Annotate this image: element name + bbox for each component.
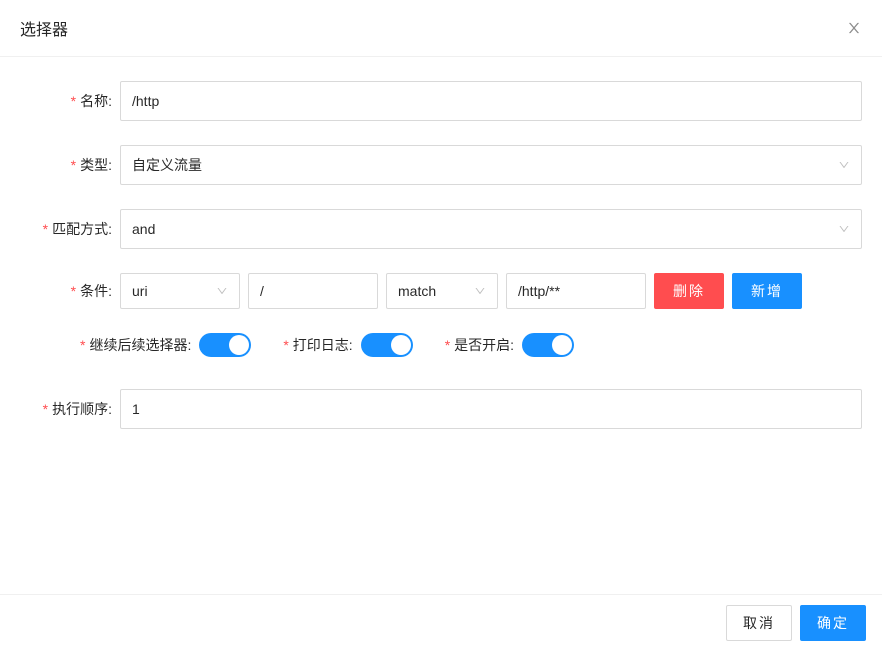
switch-handle [391,335,411,355]
printlog-switch[interactable] [361,333,413,357]
continue-label: *继续后续选择器: [80,335,191,355]
condition-pattern-input[interactable] [506,273,646,309]
form-row-order: *执行顺序: [20,389,862,429]
chevron-down-icon [838,223,850,235]
match-mode-label: *匹配方式: [20,219,120,239]
condition-operator-select[interactable]: match [386,273,498,309]
modal-title: 选择器 [20,16,68,40]
continue-switch[interactable] [199,333,251,357]
name-input[interactable] [120,81,862,121]
confirm-button[interactable]: 确定 [800,605,866,641]
name-label: *名称: [20,91,120,111]
chevron-down-icon [474,285,486,297]
toggle-printlog-group: *打印日志: [283,333,412,357]
close-icon[interactable] [846,20,862,36]
form-row-type: *类型: 自定义流量 [20,145,862,185]
modal-footer: 取消 确定 [0,594,882,651]
type-select[interactable]: 自定义流量 [120,145,862,185]
modal-body: *名称: *类型: 自定义流量 *匹配方式: and [0,57,882,477]
switch-handle [552,335,572,355]
condition-path-input[interactable] [248,273,378,309]
toggle-enabled-group: *是否开启: [445,333,574,357]
order-label: *执行顺序: [20,399,120,419]
type-label: *类型: [20,155,120,175]
toggle-continue-group: *继续后续选择器: [80,333,251,357]
form-row-conditions: *条件: uri match 删除 新增 [20,273,862,309]
match-mode-select[interactable]: and [120,209,862,249]
order-input[interactable] [120,389,862,429]
chevron-down-icon [838,159,850,171]
toggle-row: *继续后续选择器: *打印日志: *是否开启: [20,333,862,357]
form-row-match-mode: *匹配方式: and [20,209,862,249]
cancel-button[interactable]: 取消 [726,605,792,641]
switch-handle [229,335,249,355]
add-button[interactable]: 新增 [732,273,802,309]
conditions-label: *条件: [20,281,120,301]
delete-button[interactable]: 删除 [654,273,724,309]
condition-field-value: uri [132,283,148,299]
match-mode-select-value: and [132,221,155,237]
enabled-label: *是否开启: [445,335,514,355]
printlog-label: *打印日志: [283,335,352,355]
condition-field-select[interactable]: uri [120,273,240,309]
condition-row: uri match 删除 新增 [120,273,862,309]
type-select-value: 自定义流量 [132,155,202,175]
condition-operator-value: match [398,283,436,299]
enabled-switch[interactable] [522,333,574,357]
chevron-down-icon [216,285,228,297]
modal-header: 选择器 [0,0,882,57]
form-row-name: *名称: [20,81,862,121]
